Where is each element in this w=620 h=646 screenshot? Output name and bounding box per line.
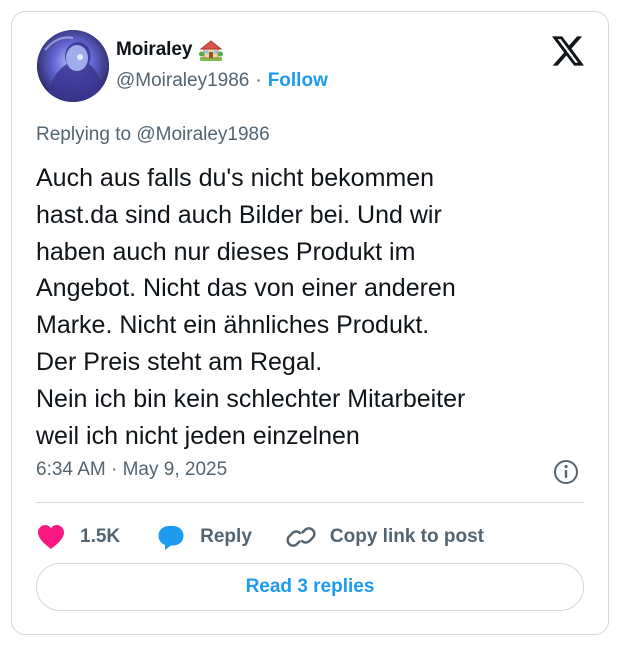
like-button[interactable]: 1.5K [36, 523, 120, 551]
heart-icon [38, 525, 64, 549]
house-with-garden-icon [198, 38, 224, 62]
copy-link-button[interactable]: Copy link to post [286, 523, 484, 551]
x-logo-icon[interactable] [552, 36, 584, 66]
read-replies-label: Read 3 replies [245, 576, 375, 597]
reply-bubble-icon [158, 526, 184, 550]
avatar-image [37, 30, 109, 102]
avatar[interactable] [37, 30, 109, 102]
replying-to-label: Replying to @Moiraley1986 [36, 124, 270, 145]
author-name-row: Moiraley [116, 38, 224, 62]
divider [36, 502, 584, 503]
link-icon [286, 527, 316, 547]
reply-label: Reply [200, 526, 252, 547]
read-replies-button[interactable]: Read 3 replies [36, 563, 584, 611]
author-handle[interactable]: @Moiraley1986 [116, 70, 249, 92]
reply-button[interactable]: Reply [156, 523, 252, 551]
handle-separator: · [255, 70, 262, 91]
author-handle-row: @Moiraley1986 · Follow [116, 70, 328, 92]
author-display-name[interactable]: Moiraley [116, 39, 192, 61]
tweet-text: Auch aus falls du's nicht bekommen hast.… [36, 164, 466, 450]
tweet-timestamp[interactable]: 6:34 AM · May 9, 2025 [36, 459, 227, 481]
info-icon[interactable] [553, 459, 579, 485]
copy-link-label: Copy link to post [329, 526, 484, 547]
action-bar: 1.5K Reply Copy link to post [36, 517, 484, 557]
like-count: 1.5K [80, 526, 121, 547]
follow-button[interactable]: Follow [268, 70, 328, 92]
tweet-card: Moiraley @Moiraley1986 · Follow Replying… [11, 11, 609, 635]
